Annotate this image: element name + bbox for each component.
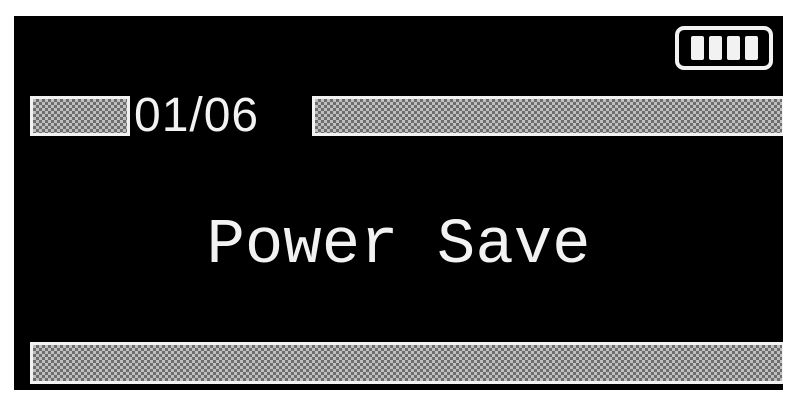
- battery-cell: [690, 36, 704, 60]
- battery-cell: [708, 36, 722, 60]
- mode-label: Power Save: [206, 210, 591, 282]
- page-counter: 01/06: [134, 89, 260, 142]
- battery-icon: [675, 26, 773, 70]
- battery-cell: [744, 36, 758, 60]
- header-bar-right: [312, 96, 783, 136]
- lcd-screen: 01/06 Power Save: [14, 16, 783, 390]
- footer-bar: [30, 342, 783, 384]
- battery-cell: [726, 36, 740, 60]
- header-bar-left: [30, 96, 130, 136]
